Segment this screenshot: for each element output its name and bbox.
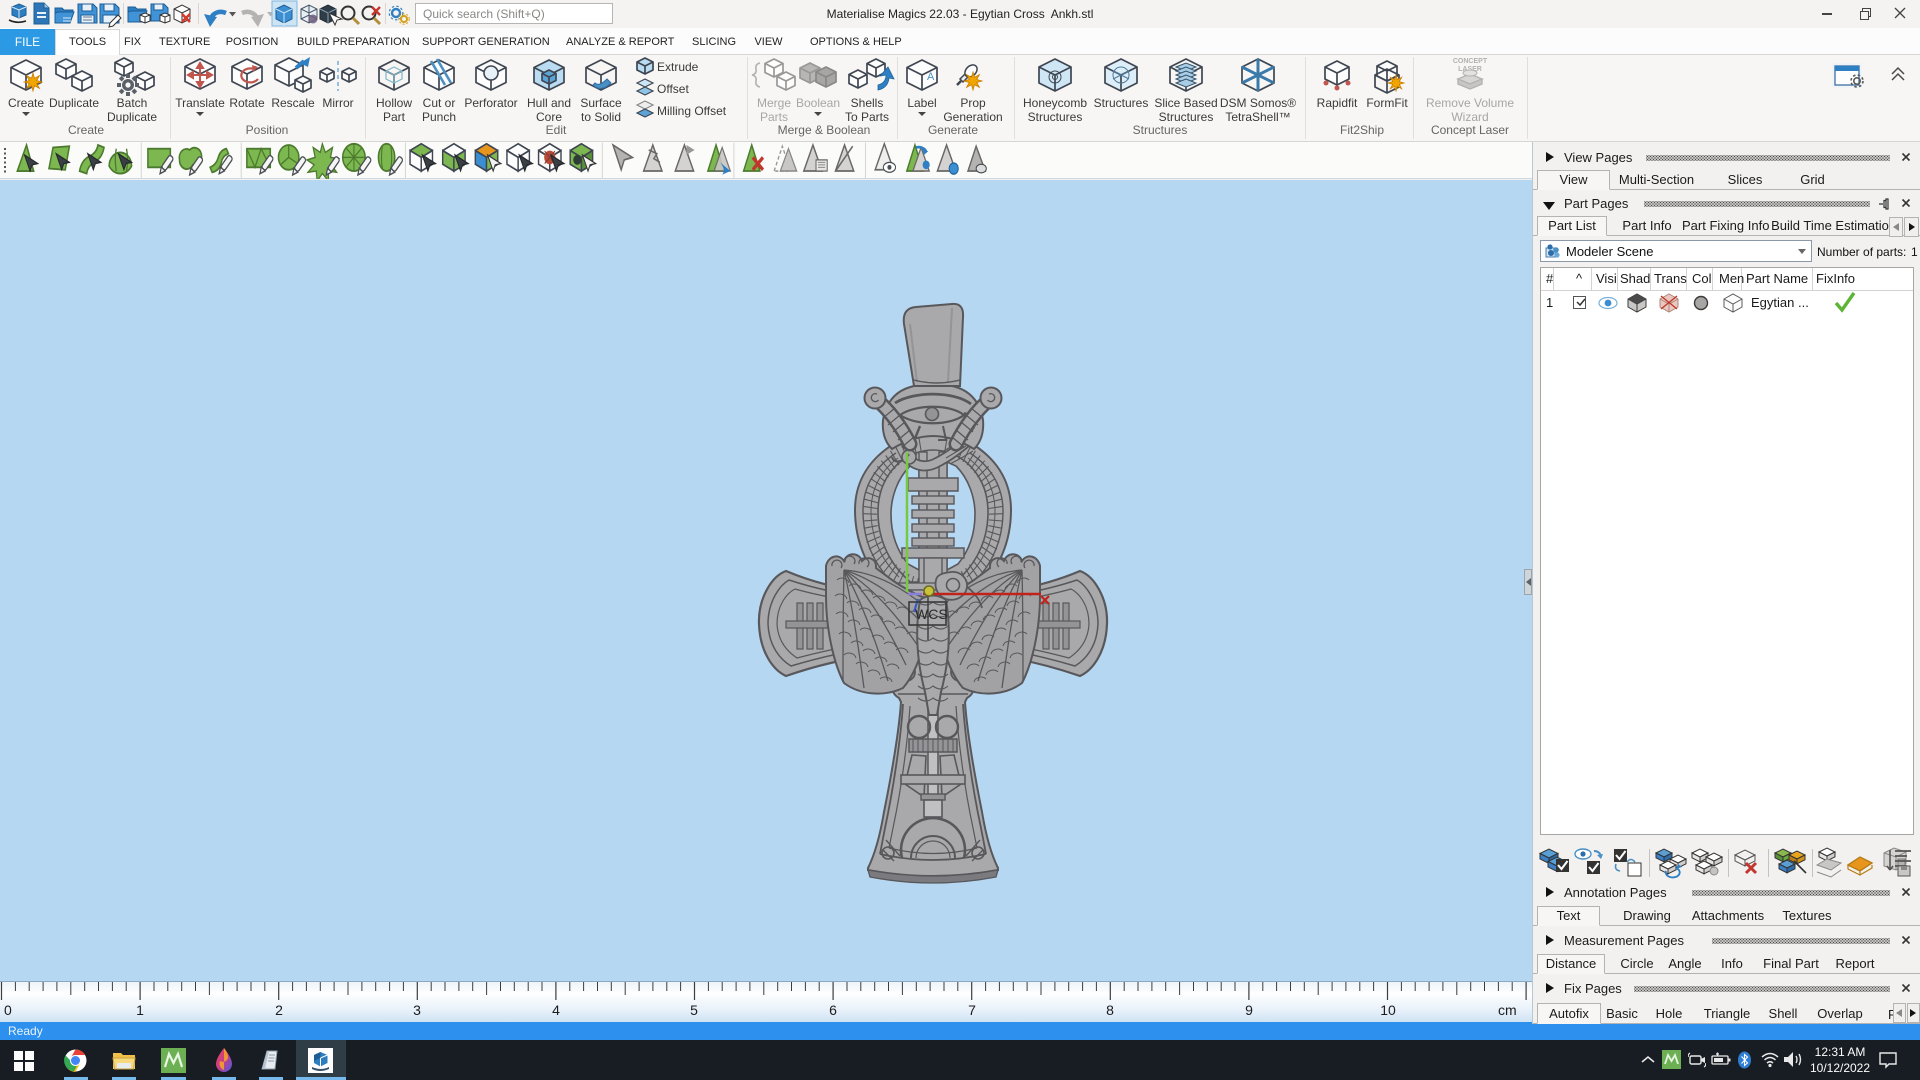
svg-text:2: 2: [275, 1002, 283, 1018]
svg-text:10: 10: [1380, 1002, 1396, 1018]
svg-text:WCS: WCS: [915, 606, 948, 622]
svg-text:1: 1: [136, 1002, 144, 1018]
svg-text:7: 7: [968, 1002, 976, 1018]
svg-text:0: 0: [4, 1002, 12, 1018]
svg-text:cm: cm: [1498, 1002, 1517, 1018]
svg-text:6: 6: [829, 1002, 837, 1018]
svg-text:A: A: [927, 71, 935, 83]
svg-text:8: 8: [1106, 1002, 1114, 1018]
svg-text:9: 9: [1245, 1002, 1253, 1018]
svg-text:3: 3: [413, 1002, 421, 1018]
svg-text:5: 5: [690, 1002, 698, 1018]
svg-text:4: 4: [552, 1002, 560, 1018]
